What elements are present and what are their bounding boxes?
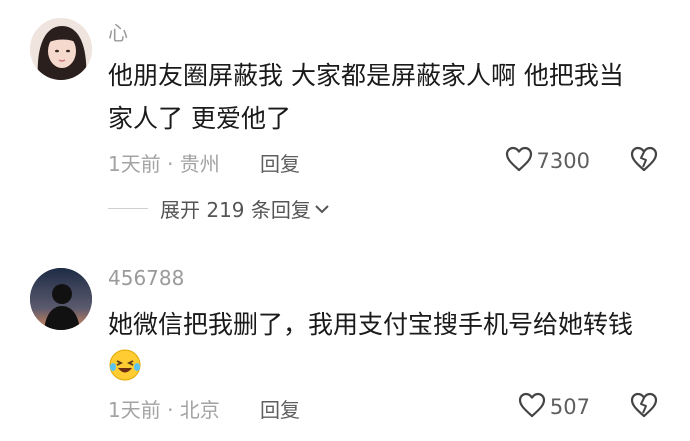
reply-button[interactable]: 回复 [260, 148, 300, 177]
expand-replies-button[interactable]: 展开 219 条回复 [108, 193, 329, 223]
comment-item: 心 他朋友圈屏蔽我 大家都是屏蔽家人啊 他把我当 家人了 更爱他了 1天前 · … [0, 0, 690, 240]
username[interactable]: 心 [108, 23, 128, 43]
comment-text-line: 他朋友圈屏蔽我 大家都是屏蔽家人啊 他把我当 [108, 61, 624, 90]
dislike-button[interactable] [630, 146, 658, 176]
avatar[interactable] [30, 268, 92, 330]
broken-heart-icon [630, 146, 658, 176]
username[interactable]: 456788 [108, 268, 184, 288]
comment-text-line: 她微信把我删了，我用支付宝搜手机号给她转钱 [108, 310, 634, 339]
chevron-down-icon [315, 199, 329, 218]
comment-text-line: 家人了 更爱他了 [108, 104, 291, 133]
divider [108, 207, 148, 209]
avatar[interactable] [30, 18, 92, 80]
like-button[interactable]: 507 [518, 392, 590, 422]
crying-laughing-emoji-icon [108, 348, 142, 382]
reply-button[interactable]: 回复 [260, 394, 300, 423]
expand-replies-label: 展开 219 条回复 [160, 197, 311, 222]
comment-meta: 1天前 · 北京 回复 507 [108, 392, 668, 422]
time-location: 1天前 · 贵州 [108, 152, 220, 176]
like-count: 507 [549, 395, 590, 419]
broken-heart-icon [630, 392, 658, 422]
comment-text: 她微信把我删了，我用支付宝搜手机号给她转钱 [108, 303, 668, 346]
time-location: 1天前 · 北京 [108, 398, 220, 422]
dislike-button[interactable] [630, 392, 658, 422]
heart-icon [505, 146, 533, 176]
comment-text: 他朋友圈屏蔽我 大家都是屏蔽家人啊 他把我当 家人了 更爱他了 [108, 54, 668, 140]
like-count: 7300 [536, 149, 590, 173]
comment-item: 456788 她微信把我删了，我用支付宝搜手机号给她转钱 1天前 · 北京 回复… [0, 258, 690, 441]
heart-icon [518, 392, 546, 422]
like-button[interactable]: 7300 [505, 146, 590, 176]
comment-meta: 1天前 · 贵州 回复 7300 [108, 146, 668, 176]
